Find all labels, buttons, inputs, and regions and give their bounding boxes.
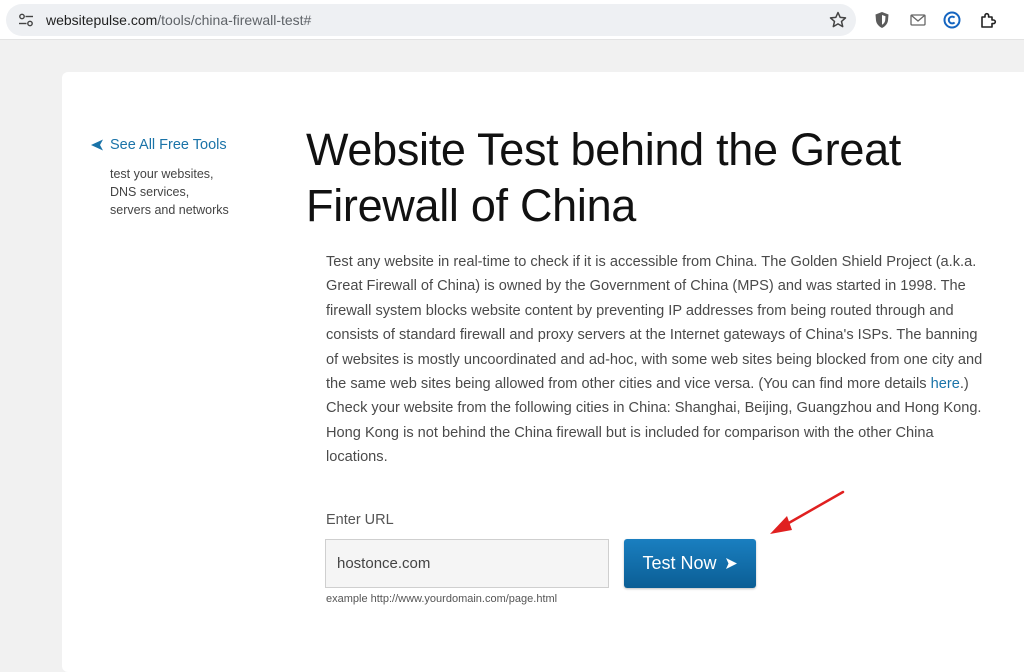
copyright-extension-icon[interactable] (942, 10, 962, 30)
sidebar-description: test your websites, DNS services, server… (110, 165, 260, 219)
url-label: Enter URL (326, 512, 394, 528)
intro-paragraph-end: .) (959, 376, 969, 393)
cities-paragraph: Check your website from the following ci… (326, 400, 982, 466)
test-now-button[interactable]: Test Now (624, 539, 756, 588)
sidebar-description-line: servers and networks (110, 203, 229, 217)
more-details-link[interactable]: here (931, 376, 960, 392)
intro-text: Test any website in real-time to check i… (326, 250, 991, 470)
page-title: Website Test behind the Great Firewall o… (306, 124, 901, 231)
see-all-free-tools-label: See All Free Tools (110, 137, 227, 153)
url-text[interactable]: websitepulse.com/tools/china-firewall-te… (46, 12, 311, 28)
intro-paragraph-text: Test any website in real-time to check i… (326, 254, 983, 393)
url-host: websitepulse.com (46, 12, 158, 28)
sidebar-description-line: DNS services, (110, 185, 190, 199)
url-input[interactable] (325, 539, 609, 588)
address-bar[interactable]: websitepulse.com/tools/china-firewall-te… (6, 4, 856, 36)
back-arrow-icon (91, 139, 103, 151)
extensions-puzzle-icon[interactable] (978, 10, 998, 30)
see-all-free-tools-link[interactable]: See All Free Tools (90, 137, 227, 153)
play-arrow-icon (725, 558, 737, 569)
test-now-label: Test Now (642, 553, 717, 573)
shield-extension-icon[interactable] (872, 10, 892, 30)
sidebar-description-line: test your websites, (110, 167, 214, 181)
url-example-hint: example http://www.yourdomain.com/page.h… (326, 593, 558, 605)
site-settings-icon[interactable] (18, 13, 34, 27)
mail-extension-icon[interactable] (908, 10, 928, 30)
url-path: /tools/china-firewall-test# (157, 12, 312, 28)
intro-paragraph: Test any website in real-time to check i… (326, 250, 991, 396)
browser-toolbar: websitepulse.com/tools/china-firewall-te… (0, 0, 1024, 40)
bookmark-star-icon[interactable] (828, 10, 848, 30)
